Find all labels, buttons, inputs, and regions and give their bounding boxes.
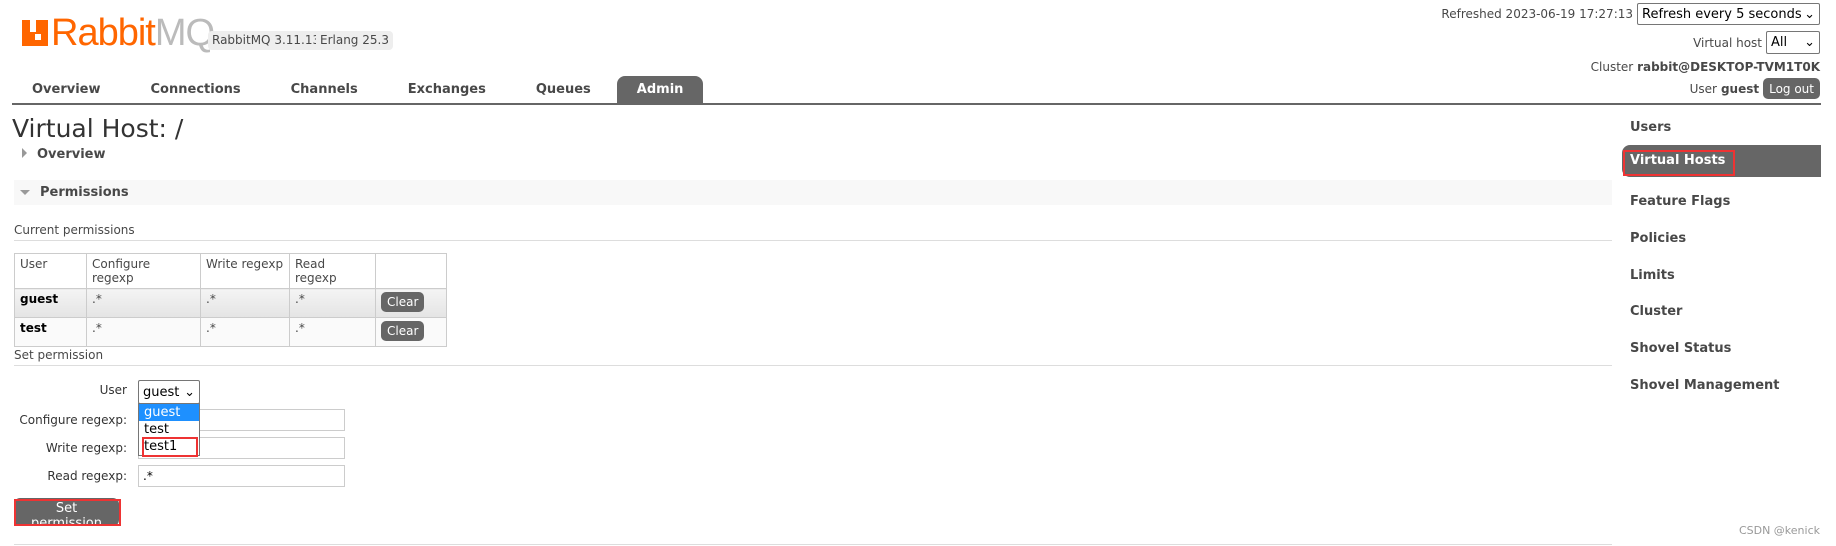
sidebar-item-users[interactable]: Users bbox=[1622, 112, 1821, 144]
col-read: Read regexp bbox=[289, 253, 376, 289]
current-permissions-heading: Current permissions bbox=[14, 223, 135, 237]
chevron-down-icon: ⌄ bbox=[184, 384, 195, 400]
tab-channels[interactable]: Channels bbox=[271, 76, 378, 104]
sidebar-item-shovel-management[interactable]: Shovel Management bbox=[1622, 370, 1821, 402]
logo-icon bbox=[22, 20, 48, 46]
option-test[interactable]: test bbox=[139, 421, 199, 438]
cell-configure: .* bbox=[86, 317, 201, 347]
cell-configure: .* bbox=[86, 288, 201, 318]
vhost-label: Virtual host bbox=[1693, 35, 1762, 50]
permissions-table: User Configure regexp Write regexp Read … bbox=[14, 253, 447, 347]
cell-action: Clear bbox=[375, 317, 447, 347]
caret-right-icon bbox=[22, 148, 27, 158]
cell-write: .* bbox=[200, 288, 290, 318]
sidebar-item-shovel-status[interactable]: Shovel Status bbox=[1622, 333, 1821, 365]
tab-connections[interactable]: Connections bbox=[131, 76, 261, 104]
cluster-name: rabbit@DESKTOP-TVM1T0K bbox=[1637, 60, 1820, 74]
annotation-box bbox=[142, 437, 198, 457]
user-info: User guest Log out bbox=[1690, 78, 1820, 99]
vhost-area: Virtual host All ⌄ bbox=[1693, 31, 1820, 54]
main-tabs: Overview Connections Channels Exchanges … bbox=[12, 76, 709, 104]
clear-button[interactable]: Clear bbox=[381, 321, 425, 341]
cell-action: Clear bbox=[375, 288, 447, 318]
col-write: Write regexp bbox=[200, 253, 290, 289]
cell-write: .* bbox=[200, 317, 290, 347]
write-label: Write regexp: bbox=[45, 441, 127, 455]
col-configure: Configure regexp bbox=[86, 253, 201, 289]
col-user: User bbox=[14, 253, 87, 289]
read-input[interactable] bbox=[138, 465, 345, 487]
erlang-badge: Erlang 25.3 bbox=[316, 31, 393, 50]
refresh-select[interactable]: Refresh every 5 seconds ⌄ bbox=[1637, 3, 1820, 25]
chevron-down-icon: ⌄ bbox=[1804, 6, 1815, 22]
sidebar-item-policies[interactable]: Policies bbox=[1622, 223, 1821, 255]
cell-read: .* bbox=[289, 288, 376, 318]
permissions-toggle[interactable]: Permissions bbox=[14, 180, 1612, 205]
caret-down-icon bbox=[20, 190, 30, 195]
sidebar-item-cluster[interactable]: Cluster bbox=[1622, 296, 1821, 328]
table-row: guest .* .* .* Clear bbox=[14, 288, 447, 318]
chevron-down-icon: ⌄ bbox=[1804, 35, 1815, 50]
configure-label: Configure regexp: bbox=[19, 413, 127, 427]
version-badge: RabbitMQ 3.11.13 bbox=[208, 31, 325, 50]
sidebar-item-limits[interactable]: Limits bbox=[1622, 260, 1821, 292]
sidebar-item-feature-flags[interactable]: Feature Flags bbox=[1622, 186, 1821, 218]
cell-user: test bbox=[14, 317, 87, 347]
tab-queues[interactable]: Queues bbox=[516, 76, 611, 104]
tab-overview[interactable]: Overview bbox=[12, 76, 121, 104]
divider bbox=[14, 544, 1612, 545]
cell-read: .* bbox=[289, 317, 376, 347]
annotation-box bbox=[1623, 150, 1735, 176]
overview-toggle[interactable]: Overview bbox=[22, 147, 106, 162]
divider bbox=[14, 240, 1612, 241]
set-permission-heading: Set permission bbox=[14, 348, 104, 362]
option-guest[interactable]: guest bbox=[139, 404, 199, 421]
tab-exchanges[interactable]: Exchanges bbox=[388, 76, 506, 104]
header-divider bbox=[12, 103, 1821, 105]
watermark: CSDN @kenick bbox=[1738, 524, 1820, 537]
rabbitmq-logo: RabbitMQTM bbox=[22, 12, 229, 55]
col-action bbox=[375, 253, 447, 289]
page-title: Virtual Host: / bbox=[12, 114, 184, 143]
cell-user: guest bbox=[14, 288, 87, 318]
user-select[interactable]: guest ⌄ bbox=[138, 380, 200, 404]
user-label: User bbox=[99, 383, 127, 397]
user-name: guest bbox=[1720, 81, 1760, 96]
table-row: test .* .* .* Clear bbox=[14, 317, 447, 347]
refresh-area: Refreshed 2023-06-19 17:27:13 Refresh ev… bbox=[1441, 3, 1820, 25]
logout-button[interactable]: Log out bbox=[1763, 78, 1820, 99]
read-label: Read regexp: bbox=[47, 469, 127, 483]
table-header: User Configure regexp Write regexp Read … bbox=[14, 253, 447, 289]
vhost-select[interactable]: All ⌄ bbox=[1766, 31, 1820, 54]
divider bbox=[14, 365, 1612, 366]
annotation-box bbox=[14, 499, 121, 526]
refreshed-text: Refreshed 2023-06-19 17:27:13 bbox=[1441, 7, 1633, 21]
tab-admin[interactable]: Admin bbox=[616, 76, 704, 104]
cluster-info: Cluster rabbit@DESKTOP-TVM1T0K bbox=[1590, 60, 1820, 74]
clear-button[interactable]: Clear bbox=[381, 292, 425, 312]
